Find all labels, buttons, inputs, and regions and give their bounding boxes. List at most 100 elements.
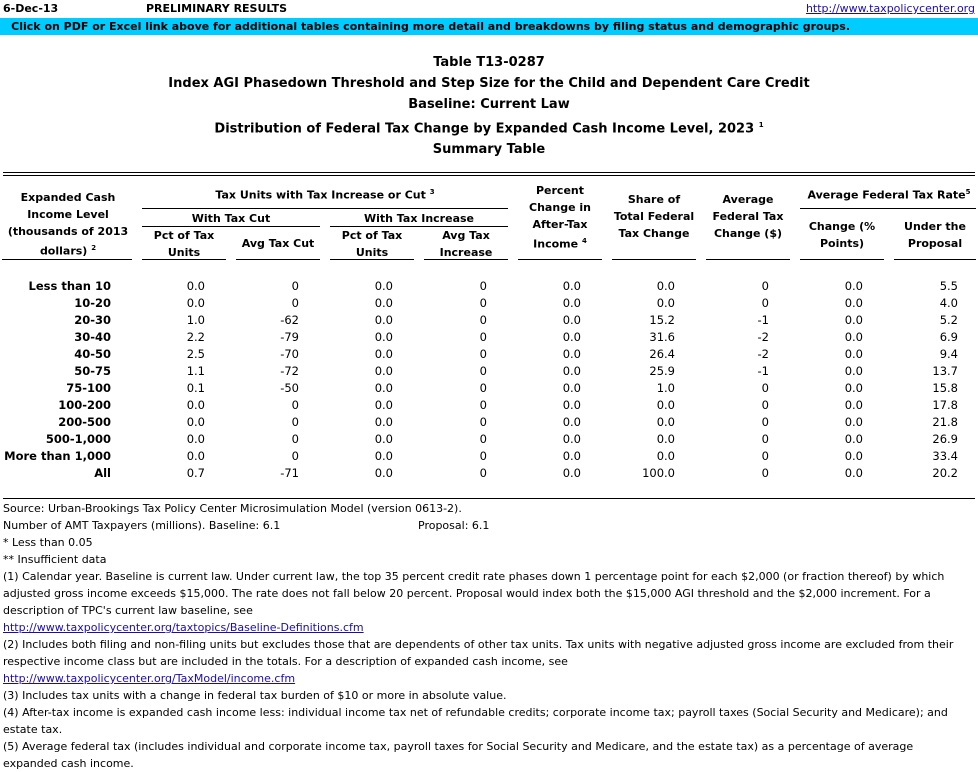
row-label: Less than 10 <box>28 279 111 293</box>
col-cut-avg: Avg Tax Cut <box>241 237 315 250</box>
baseline-title: Baseline: Current Law <box>408 97 570 112</box>
row-label: 10-20 <box>74 296 111 310</box>
table-row: 200-500 0.0 0 0.0 0 0.0 0.0 0 0.0 21.8 <box>0 415 978 432</box>
cell-avg-fed-change: -1 <box>757 364 769 378</box>
cell-cut-pct: 0.0 <box>186 279 205 293</box>
source-note: Source: Urban-Brookings Tax Policy Cente… <box>3 502 462 515</box>
cell-share-total: 0.0 <box>656 279 675 293</box>
preliminary-results-label: PRELIMINARY RESULTS <box>146 2 288 15</box>
cell-rate-change: 0.0 <box>844 449 863 463</box>
table-row: All 0.7 -71 0.0 0 0.0 100.0 0 0.0 20.2 <box>0 466 978 483</box>
row-label: More than 1,000 <box>4 449 111 463</box>
cell-inc-pct: 0.0 <box>374 432 393 446</box>
rule <box>424 259 508 260</box>
bottom-rule <box>3 498 975 499</box>
cell-pct-change-after-tax: 0.0 <box>562 466 581 480</box>
cell-pct-change-after-tax: 0.0 <box>562 313 581 327</box>
table-id: Table T13-0287 <box>433 55 545 70</box>
cell-cut-pct: 0.0 <box>186 296 205 310</box>
cell-share-total: 0.0 <box>656 415 675 429</box>
cell-rate-change: 0.0 <box>844 347 863 361</box>
footnotes: Source: Urban-Brookings Tax Policy Cente… <box>3 500 963 772</box>
cell-cut-pct: 0.0 <box>186 415 205 429</box>
table-title: Index AGI Phasedown Threshold and Step S… <box>168 76 810 91</box>
cell-avg-fed-change: 0 <box>761 279 769 293</box>
cell-rate-under: 5.5 <box>939 279 958 293</box>
cell-avg-fed-change: 0 <box>761 449 769 463</box>
cell-pct-change-after-tax: 0.0 <box>562 432 581 446</box>
cell-cut-avg: -79 <box>280 330 299 344</box>
cell-pct-change-after-tax: 0.0 <box>562 415 581 429</box>
cell-rate-change: 0.0 <box>844 432 863 446</box>
row-label: 500-1,000 <box>45 432 111 446</box>
less-than-note: * Less than 0.05 <box>3 536 93 549</box>
cell-cut-pct: 0.7 <box>186 466 205 480</box>
cell-cut-pct: 1.0 <box>186 313 205 327</box>
footnote-1: (1) Calendar year. Baseline is current l… <box>3 570 945 617</box>
row-label: 30-40 <box>74 330 111 344</box>
cell-avg-fed-change: 0 <box>761 466 769 480</box>
cell-rate-under: 15.8 <box>932 381 958 395</box>
table-row: More than 1,000 0.0 0 0.0 0 0.0 0.0 0 0.0 33.4 <box>0 449 978 466</box>
cell-pct-change-after-tax: 0.0 <box>562 381 581 395</box>
baseline-definitions-link[interactable]: http://www.taxpolicycenter.org/taxtopics… <box>3 619 963 636</box>
rule <box>706 259 790 260</box>
table-row: 50-75 1.1 -72 0.0 0 0.0 25.9 -1 0.0 13.7 <box>0 364 978 381</box>
row-label: 40-50 <box>74 347 111 361</box>
col-cut-pct: Pct of Tax Units <box>153 229 215 259</box>
col-pct-change-after-tax: Percent Change in After-Tax Income 4 <box>529 184 591 251</box>
footnote-2: (2) Includes both filing and non-filing … <box>3 638 954 668</box>
col-avg-fed-change: Average Federal Tax Change ($) <box>712 193 784 240</box>
cell-rate-under: 26.9 <box>932 432 958 446</box>
info-banner: Click on PDF or Excel link above for add… <box>0 18 978 35</box>
cell-cut-avg: 0 <box>291 296 299 310</box>
cell-avg-fed-change: 0 <box>761 296 769 310</box>
cell-pct-change-after-tax: 0.0 <box>562 330 581 344</box>
amt-note: Number of AMT Taxpayers (millions). Base… <box>3 519 490 532</box>
col-group-with-tax-cut: With Tax Cut <box>191 212 271 225</box>
top-rule <box>3 172 975 173</box>
cell-inc-avg: 0 <box>479 330 487 344</box>
cell-inc-pct: 0.0 <box>374 279 393 293</box>
cell-cut-pct: 0.0 <box>186 449 205 463</box>
cell-inc-avg: 0 <box>479 364 487 378</box>
distribution-title: Distribution of Federal Tax Change by Ex… <box>214 121 764 137</box>
table-row: 20-30 1.0 -62 0.0 0 0.0 15.2 -1 0.0 5.2 <box>0 313 978 330</box>
cell-rate-under: 6.9 <box>939 330 958 344</box>
col-inc-pct: Pct of Tax Units <box>341 229 403 259</box>
cell-inc-pct: 0.0 <box>374 381 393 395</box>
cell-rate-under: 17.8 <box>932 398 958 412</box>
cell-inc-avg: 0 <box>479 313 487 327</box>
cell-share-total: 26.4 <box>649 347 675 361</box>
col-group-with-tax-increase: With Tax Increase <box>363 212 475 225</box>
cell-inc-pct: 0.0 <box>374 398 393 412</box>
income-definition-link[interactable]: http://www.taxpolicycenter.org/TaxModel/… <box>3 670 963 687</box>
cell-share-total: 0.0 <box>656 432 675 446</box>
cell-rate-change: 0.0 <box>844 381 863 395</box>
cell-cut-avg: -72 <box>280 364 299 378</box>
cell-cut-pct: 2.2 <box>186 330 205 344</box>
cell-inc-pct: 0.0 <box>374 347 393 361</box>
cell-inc-pct: 0.0 <box>374 313 393 327</box>
cell-share-total: 0.0 <box>656 449 675 463</box>
rule <box>236 259 320 260</box>
col-group-tax-units: Tax Units with Tax Increase or Cut 3 <box>215 188 435 202</box>
cell-cut-avg: -70 <box>280 347 299 361</box>
cell-share-total: 0.0 <box>656 296 675 310</box>
cell-rate-change: 0.0 <box>844 279 863 293</box>
cell-rate-change: 0.0 <box>844 364 863 378</box>
cell-avg-fed-change: -2 <box>757 330 769 344</box>
tpc-home-link[interactable]: http://www.taxpolicycenter.org <box>806 2 975 15</box>
cell-avg-fed-change: 0 <box>761 381 769 395</box>
table-row: 500-1,000 0.0 0 0.0 0 0.0 0.0 0 0.0 26.9 <box>0 432 978 449</box>
cell-share-total: 1.0 <box>656 381 675 395</box>
cell-rate-change: 0.0 <box>844 313 863 327</box>
cell-pct-change-after-tax: 0.0 <box>562 449 581 463</box>
cell-cut-pct: 0.0 <box>186 432 205 446</box>
cell-share-total: 100.0 <box>642 466 675 480</box>
cell-rate-under: 5.2 <box>939 313 958 327</box>
cell-cut-avg: -71 <box>280 466 299 480</box>
summary-title: Summary Table <box>432 142 546 158</box>
cell-share-total: 25.9 <box>649 364 675 378</box>
cell-pct-change-after-tax: 0.0 <box>562 398 581 412</box>
